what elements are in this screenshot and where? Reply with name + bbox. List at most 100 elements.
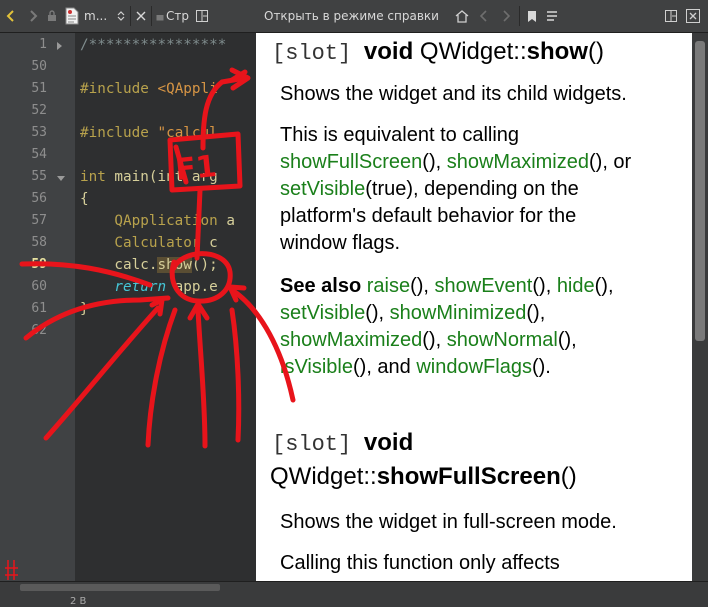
link-isvisible[interactable]: isVisible <box>280 356 353 378</box>
header-name: <QAppli <box>148 81 218 97</box>
paragraph-text: platform's default behavior for the <box>280 205 577 227</box>
help-document[interactable]: [slot] void QWidget::show() Shows the wi… <box>256 33 692 581</box>
link-setvisible-see-also[interactable]: setVisible <box>280 302 365 324</box>
close-file-icon[interactable] <box>133 0 149 33</box>
toc-sync-icon[interactable] <box>542 0 562 33</box>
line-number: 53 <box>31 125 47 140</box>
punctuation: (). <box>531 356 551 378</box>
code-line-comment: /**************** <box>80 37 227 53</box>
line-number: 62 <box>31 323 47 338</box>
link-showmaximized-see-also[interactable]: showMaximized <box>280 329 422 351</box>
line-number: 61 <box>31 301 47 316</box>
link-showevent[interactable]: showEvent <box>435 275 533 297</box>
show-description: Shows the widget and its child widgets. <box>280 83 627 105</box>
forward-arrow-icon[interactable] <box>22 0 44 33</box>
link-windowflags[interactable]: windowFlags <box>416 356 532 378</box>
close-help-icon[interactable] <box>682 0 704 33</box>
link-hide[interactable]: hide <box>557 275 595 297</box>
link-showmaximized[interactable]: showMaximized <box>447 151 589 173</box>
link-showfullscreen[interactable]: showFullScreen <box>280 151 422 173</box>
show-function-heading: [slot] void QWidget::show() <box>272 35 604 71</box>
help-status-bar <box>256 581 708 607</box>
help-forward-icon[interactable] <box>495 0 517 33</box>
showfullscreen-heading-line1: [slot] void <box>272 426 413 462</box>
class-scope: QWidget:: <box>419 38 527 65</box>
code-line-open-brace: { <box>80 191 89 207</box>
directive: #include <box>80 125 149 141</box>
symbols-dropdown[interactable]: Стр <box>166 9 192 23</box>
code-text: main(int arg <box>105 169 218 185</box>
showfullscreen-note: Calling this function only affects <box>280 552 560 574</box>
punctuation: (), <box>557 329 577 351</box>
return-keyword: return <box>80 279 167 295</box>
function-parens: () <box>560 463 577 490</box>
link-raise[interactable]: raise <box>367 275 410 297</box>
lock-icon <box>44 0 60 33</box>
see-also-label: See also <box>280 275 362 297</box>
paragraph-text: (), <box>422 151 447 173</box>
symbol-lock-icon <box>154 0 166 33</box>
return-type: void <box>363 38 414 65</box>
help-vertical-scrollbar[interactable] <box>692 33 708 581</box>
file-dropdown-icon[interactable] <box>114 0 128 33</box>
open-file-name[interactable]: m... <box>84 9 114 23</box>
function-parens: () <box>587 38 604 65</box>
show-method-token[interactable]: show <box>157 257 192 273</box>
punctuation: (), <box>526 302 546 324</box>
toolbar-divider <box>518 6 520 26</box>
return-type: void <box>363 429 414 456</box>
line-number: 52 <box>31 103 47 118</box>
code-text: (); <box>191 257 218 273</box>
code-line-calc-show: calc.show(); <box>80 257 218 273</box>
code-line-return: return app.e <box>80 279 218 295</box>
line-number: 1 <box>39 37 47 52</box>
split-icon[interactable] <box>192 0 212 33</box>
type-name: Calculator <box>80 235 201 251</box>
paragraph-text: (), or <box>589 151 632 173</box>
function-name: show <box>526 38 588 65</box>
help-back-icon[interactable] <box>473 0 495 33</box>
line-number: 54 <box>31 147 47 162</box>
function-name: showFullScreen <box>376 463 561 490</box>
link-showminimized[interactable]: showMinimized <box>390 302 527 324</box>
paragraph-text: window flags. <box>280 232 401 254</box>
link-shownormal[interactable]: showNormal <box>447 329 558 351</box>
scrollbar-thumb[interactable] <box>695 41 705 341</box>
code-area[interactable]: /**************** #include <QAppli #incl… <box>75 33 256 581</box>
line-number-gutter: 1 50 51 52 53 54 55 56 57 58 59 60 61 62 <box>0 33 75 581</box>
paragraph-text: This is equivalent to calling <box>280 124 520 146</box>
slot-tag: [slot] <box>272 432 352 457</box>
bookmark-icon[interactable] <box>522 0 542 33</box>
showfullscreen-heading-line2: QWidget::showFullScreen() <box>270 460 577 494</box>
horizontal-scrollbar[interactable] <box>20 584 220 591</box>
line-number: 55 <box>31 169 47 184</box>
line-number: 50 <box>31 59 47 74</box>
type-keyword: int <box>80 169 106 185</box>
link-setvisible[interactable]: setVisible <box>280 178 365 200</box>
code-text: c <box>200 235 218 251</box>
paragraph-text: (true), depending on the <box>365 178 579 200</box>
code-line-close-brace: } <box>80 301 89 317</box>
home-icon[interactable] <box>451 0 473 33</box>
punctuation: (), and <box>353 356 417 378</box>
showfullscreen-description: Shows the widget in full-screen mode. <box>280 511 617 533</box>
status-text: 2 B <box>70 596 87 607</box>
editor-toolbar: m... Стр <box>0 0 256 33</box>
directive: #include <box>80 81 149 97</box>
toolbar-divider <box>151 6 152 26</box>
back-arrow-icon[interactable] <box>0 0 22 33</box>
open-in-help-mode-button[interactable]: Открыть в режиме справки <box>264 9 439 23</box>
fold-collapse-icon[interactable] <box>57 176 65 181</box>
code-line-main: int main(int arg <box>80 169 218 185</box>
code-editor-pane[interactable]: m... Стр 1 50 51 52 53 54 55 56 57 58 59… <box>0 0 256 607</box>
see-also-paragraph: See also raise(), showEvent(), hide(), s… <box>280 273 686 381</box>
toolbar-divider <box>130 6 131 26</box>
punctuation: (), <box>532 275 557 297</box>
code-text: app.e <box>166 279 218 295</box>
current-line-number: 59 <box>31 257 47 272</box>
header-name: "calcul <box>148 125 218 141</box>
code-line-include-calculator: #include "calcul <box>80 125 218 141</box>
punctuation: (), <box>594 275 614 297</box>
fold-expand-icon[interactable] <box>57 42 62 50</box>
help-split-icon[interactable] <box>660 0 682 33</box>
